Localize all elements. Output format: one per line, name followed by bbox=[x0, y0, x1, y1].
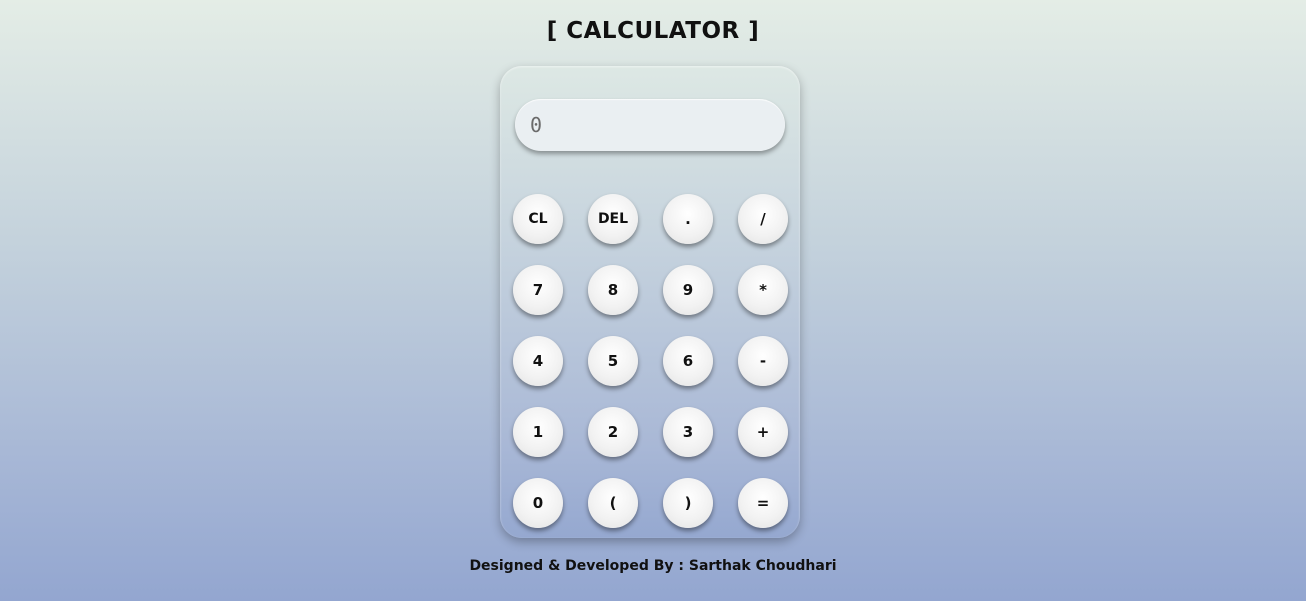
digit-8-button[interactable]: 8 bbox=[588, 265, 638, 315]
calculator-display[interactable] bbox=[515, 99, 785, 151]
digit-2-button[interactable]: 2 bbox=[588, 407, 638, 457]
digit-7-button[interactable]: 7 bbox=[513, 265, 563, 315]
digit-0-button[interactable]: 0 bbox=[513, 478, 563, 528]
equals-button[interactable]: = bbox=[738, 478, 788, 528]
digit-5-button[interactable]: 5 bbox=[588, 336, 638, 386]
calculator-body: CL DEL . / 7 8 9 * 4 5 6 - 1 2 3 + 0 ( )… bbox=[500, 66, 800, 538]
digit-6-button[interactable]: 6 bbox=[663, 336, 713, 386]
page-title: [ CALCULATOR ] bbox=[546, 18, 760, 44]
digit-9-button[interactable]: 9 bbox=[663, 265, 713, 315]
divide-button[interactable]: / bbox=[738, 194, 788, 244]
open-paren-button[interactable]: ( bbox=[588, 478, 638, 528]
delete-button[interactable]: DEL bbox=[588, 194, 638, 244]
digit-1-button[interactable]: 1 bbox=[513, 407, 563, 457]
close-paren-button[interactable]: ) bbox=[663, 478, 713, 528]
keypad: CL DEL . / 7 8 9 * 4 5 6 - 1 2 3 + 0 ( )… bbox=[513, 194, 788, 528]
clear-button[interactable]: CL bbox=[513, 194, 563, 244]
add-button[interactable]: + bbox=[738, 407, 788, 457]
footer-credit: Designed & Developed By : Sarthak Choudh… bbox=[469, 558, 837, 574]
digit-3-button[interactable]: 3 bbox=[663, 407, 713, 457]
digit-4-button[interactable]: 4 bbox=[513, 336, 563, 386]
multiply-button[interactable]: * bbox=[738, 265, 788, 315]
subtract-button[interactable]: - bbox=[738, 336, 788, 386]
decimal-button[interactable]: . bbox=[663, 194, 713, 244]
